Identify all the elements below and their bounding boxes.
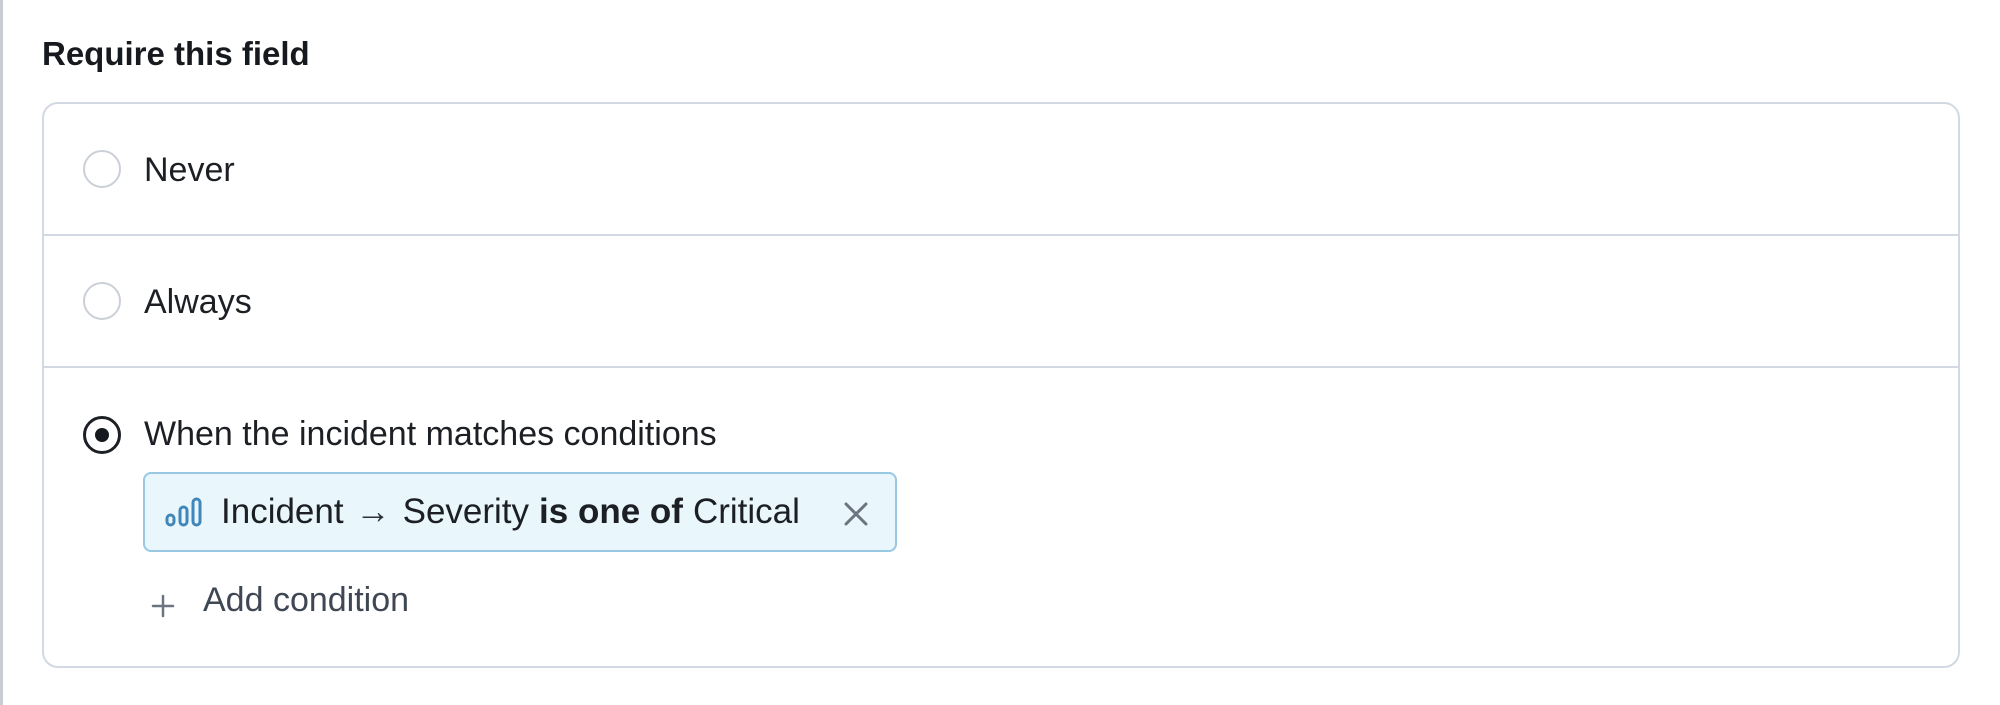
- condition-arrow: →: [355, 492, 391, 531]
- option-always-label: Always: [144, 283, 252, 321]
- require-field-options: Never Always When the incident matches c…: [42, 102, 1960, 668]
- option-conditions[interactable]: When the incident matches conditions Inc…: [44, 368, 1958, 666]
- add-condition-button[interactable]: Add condition: [151, 578, 409, 622]
- severity-bars-icon: [165, 496, 205, 528]
- plus-icon: [151, 588, 175, 618]
- condition-field: Severity: [402, 492, 530, 531]
- condition-subject: Incident: [221, 492, 344, 531]
- condition-operator: is one of: [539, 492, 683, 531]
- add-condition-label: Add condition: [203, 580, 410, 619]
- close-icon[interactable]: [841, 498, 871, 528]
- radio-always[interactable]: [83, 282, 121, 320]
- option-always[interactable]: Always: [44, 236, 1958, 368]
- condition-chip[interactable]: Incident → Severity is one of Critical: [143, 472, 897, 552]
- option-never[interactable]: Never: [44, 104, 1958, 236]
- radio-selected-dot: [95, 428, 109, 442]
- condition-text: Incident → Severity is one of Critical: [221, 492, 800, 532]
- condition-value: Critical: [692, 492, 800, 531]
- option-conditions-label: When the incident matches conditions: [144, 415, 717, 453]
- radio-conditions[interactable]: [83, 416, 121, 454]
- radio-never[interactable]: [83, 150, 121, 188]
- section-title: Require this field: [42, 35, 310, 72]
- option-never-label: Never: [144, 151, 235, 189]
- panel-left-border: [0, 0, 3, 705]
